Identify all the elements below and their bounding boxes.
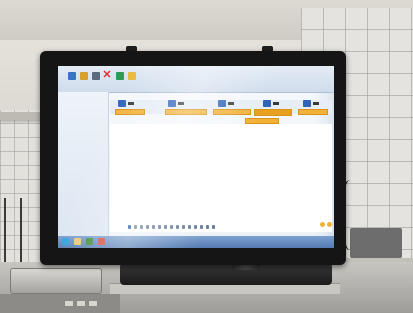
metal-rack (4, 198, 22, 270)
explorer-icon[interactable] (74, 238, 81, 245)
page-button[interactable] (152, 225, 155, 229)
monitor-stand-base (120, 263, 332, 285)
help-icon[interactable] (116, 72, 124, 80)
column-bar[interactable] (213, 109, 251, 115)
side-panel-item[interactable] (62, 150, 106, 155)
pagination (128, 224, 278, 230)
page-button[interactable] (164, 225, 167, 229)
main-content-area[interactable] (110, 124, 332, 232)
label-sticker (76, 300, 86, 307)
monitor-screen: ✕ (58, 66, 334, 248)
start-icon[interactable] (62, 238, 69, 245)
close-icon[interactable]: ✕ (102, 70, 112, 81)
column-bar[interactable] (165, 109, 207, 115)
page-button[interactable] (134, 225, 137, 229)
footer-status (288, 224, 318, 229)
label-sticker (88, 300, 98, 307)
page-button[interactable] (158, 225, 161, 229)
page-button[interactable] (200, 225, 203, 229)
column-bar-selected[interactable] (254, 109, 292, 116)
column-bar[interactable] (298, 109, 328, 115)
tool-icon[interactable] (98, 238, 105, 245)
equipment-box (350, 228, 402, 258)
column-bar[interactable] (115, 109, 145, 115)
column-header-button[interactable] (263, 100, 279, 107)
label-sticker (64, 300, 74, 307)
page-button[interactable] (140, 225, 143, 229)
save-icon[interactable] (68, 72, 76, 80)
open-icon[interactable] (80, 72, 88, 80)
page-button[interactable] (194, 225, 197, 229)
page-button[interactable] (176, 225, 179, 229)
page-button[interactable] (170, 225, 173, 229)
tray-front (0, 294, 120, 313)
column-header-button[interactable] (168, 100, 184, 107)
page-button[interactable] (182, 225, 185, 229)
app-icon[interactable] (86, 238, 93, 245)
page-button[interactable] (212, 225, 215, 229)
column-header-button[interactable] (218, 100, 234, 107)
side-panel-item[interactable] (62, 157, 106, 162)
page-button[interactable] (206, 225, 209, 229)
page-button[interactable] (128, 225, 131, 229)
column-header-button[interactable] (303, 100, 319, 107)
column-header-button[interactable] (118, 100, 134, 107)
settings-icon[interactable] (327, 222, 332, 227)
wall-shelf (0, 112, 44, 120)
side-panel (58, 92, 109, 242)
info-icon[interactable] (128, 72, 136, 80)
notification-icon[interactable] (320, 222, 325, 227)
steel-tray (10, 268, 102, 294)
page-button[interactable] (146, 225, 149, 229)
print-icon[interactable] (92, 72, 100, 80)
page-button[interactable] (188, 225, 191, 229)
